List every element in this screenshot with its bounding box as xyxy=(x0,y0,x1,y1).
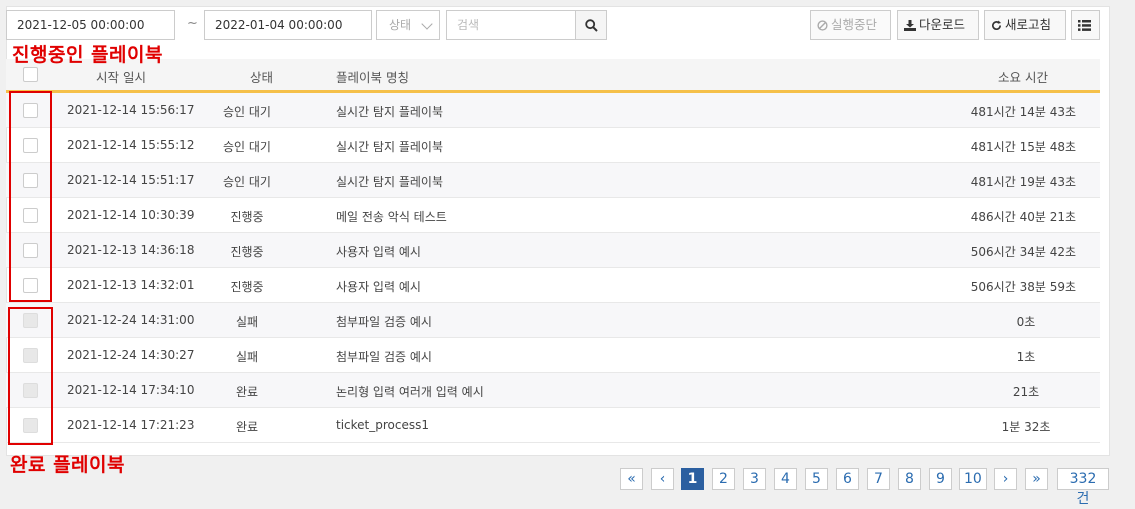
ban-icon xyxy=(817,20,828,31)
table-row[interactable]: 2021-12-24 14:30:27 실패 첨부파일 검증 예시 1초 xyxy=(6,338,1100,373)
table-row[interactable]: 2021-12-13 14:32:01 진행중 사용자 입력 예시 506시간 38분… xyxy=(6,268,1100,303)
row-duration: 1초 xyxy=(1016,350,1036,364)
table-row[interactable]: 2021-12-14 17:34:10 완료 논리형 입력 여러개 입력 예시 21초 xyxy=(6,373,1100,408)
page-6-button[interactable]: 6 xyxy=(836,468,859,490)
end-date-input[interactable]: 2022-01-04 00:00:00 xyxy=(204,10,372,40)
row-start-time: 2021-12-24 14:31:00 xyxy=(67,313,195,327)
table-body: 2021-12-14 15:56:17 승인 대기 실시간 탐지 플레이북 481시간… xyxy=(6,93,1100,443)
row-playbook-name[interactable]: 사용자 입력 예시 xyxy=(336,243,421,260)
refresh-label: 새로고침 xyxy=(1005,17,1052,32)
select-all-checkbox[interactable] xyxy=(23,67,38,82)
column-header-duration[interactable]: 소요 시간 xyxy=(998,67,1048,86)
row-duration: 481시간 14분 43초 xyxy=(970,105,1076,119)
refresh-button[interactable]: 새로고침 xyxy=(984,10,1066,40)
search-button[interactable] xyxy=(575,10,607,40)
row-playbook-name[interactable]: 첨부파일 검증 예시 xyxy=(336,313,432,330)
page-5-button[interactable]: 5 xyxy=(805,468,828,490)
page-8-button[interactable]: 8 xyxy=(898,468,921,490)
page-7-button[interactable]: 7 xyxy=(867,468,890,490)
last-page-button[interactable]: » xyxy=(1025,468,1048,490)
page-10-button[interactable]: 10 xyxy=(959,468,987,490)
row-start-time: 2021-12-14 15:55:12 xyxy=(67,138,195,152)
page-2-button[interactable]: 2 xyxy=(712,468,735,490)
row-playbook-name[interactable]: 실시간 탐지 플레이북 xyxy=(336,103,443,120)
status-select[interactable]: 상태 xyxy=(376,10,440,40)
row-status: 승인 대기 xyxy=(223,105,271,119)
table-row[interactable]: 2021-12-14 15:55:12 승인 대기 실시간 탐지 플레이북 481시간… xyxy=(6,128,1100,163)
row-status: 진행중 xyxy=(230,210,264,224)
table-header: 시작 일시 상태 플레이북 명칭 소요 시간 xyxy=(6,59,1100,93)
start-date-input[interactable]: 2021-12-05 00:00:00 xyxy=(6,10,175,40)
row-playbook-name[interactable]: 논리형 입력 여러개 입력 예시 xyxy=(336,383,484,400)
row-start-time: 2021-12-13 14:32:01 xyxy=(67,278,195,292)
date-range-separator: ~ xyxy=(187,16,198,31)
page-9-button[interactable]: 9 xyxy=(929,468,952,490)
list-icon xyxy=(1078,20,1091,31)
row-duration: 506시간 38분 59초 xyxy=(970,280,1076,294)
filter-toolbar: 2021-12-05 00:00:00 ~ 2022-01-04 00:00:0… xyxy=(6,10,1100,40)
pagination: « ‹ 1 2 3 4 5 6 7 8 9 10 › » 332 건 xyxy=(0,468,1135,507)
download-icon xyxy=(904,20,916,31)
stop-execution-label: 실행중단 xyxy=(831,17,878,32)
row-start-time: 2021-12-14 17:34:10 xyxy=(67,383,195,397)
table-row[interactable]: 2021-12-24 14:31:00 실패 첨부파일 검증 예시 0초 xyxy=(6,303,1100,338)
row-duration: 486시간 40분 21초 xyxy=(970,210,1076,224)
row-start-time: 2021-12-24 14:30:27 xyxy=(67,348,195,362)
row-status: 승인 대기 xyxy=(223,175,271,189)
row-duration: 21초 xyxy=(1012,385,1040,399)
row-playbook-name[interactable]: 메일 전송 악식 테스트 xyxy=(336,208,447,225)
row-start-time: 2021-12-14 10:30:39 xyxy=(67,208,195,222)
page-1-button[interactable]: 1 xyxy=(681,468,704,490)
column-header-status[interactable]: 상태 xyxy=(250,67,273,86)
row-start-time: 2021-12-14 15:56:17 xyxy=(67,103,195,117)
status-select-label: 상태 xyxy=(389,18,412,32)
row-playbook-name[interactable]: 첨부파일 검증 예시 xyxy=(336,348,432,365)
refresh-icon xyxy=(992,20,1002,31)
row-duration: 1분 32초 xyxy=(1001,420,1051,434)
table-row[interactable]: 2021-12-13 14:36:18 진행중 사용자 입력 예시 506시간 34분… xyxy=(6,233,1100,268)
download-button[interactable]: 다운로드 xyxy=(897,10,979,40)
row-status: 승인 대기 xyxy=(223,140,271,154)
running-highlight-box xyxy=(9,91,52,302)
search-icon xyxy=(585,19,598,32)
row-start-time: 2021-12-14 15:51:17 xyxy=(67,173,195,187)
row-duration: 481시간 19분 43초 xyxy=(970,175,1076,189)
download-label: 다운로드 xyxy=(919,17,966,32)
table-row[interactable]: 2021-12-14 17:21:23 완료 ticket_process1 1분 3… xyxy=(6,408,1100,443)
row-status: 실패 xyxy=(235,350,259,364)
row-playbook-name[interactable]: ticket_process1 xyxy=(336,418,429,432)
completed-highlight-box xyxy=(8,307,53,445)
stop-execution-button[interactable]: 실행중단 xyxy=(810,10,891,40)
row-start-time: 2021-12-14 17:21:23 xyxy=(67,418,195,432)
row-status: 진행중 xyxy=(230,280,264,294)
running-playbook-annotation: 진행중인 플레이북 xyxy=(12,44,163,66)
row-duration: 481시간 15분 48초 xyxy=(970,140,1076,154)
column-header-start-time[interactable]: 시작 일시 xyxy=(96,67,146,86)
table-row[interactable]: 2021-12-14 15:56:17 승인 대기 실시간 탐지 플레이북 481시간… xyxy=(6,93,1100,128)
next-page-button[interactable]: › xyxy=(994,468,1017,490)
table-row[interactable]: 2021-12-14 10:30:39 진행중 메일 전송 악식 테스트 486시간 … xyxy=(6,198,1100,233)
row-status: 완료 xyxy=(235,420,259,434)
total-count: 332 건 xyxy=(1057,468,1109,507)
row-duration: 506시간 34분 42초 xyxy=(970,245,1076,259)
row-status: 실패 xyxy=(235,315,259,329)
chevron-down-icon xyxy=(421,18,433,30)
row-playbook-name[interactable]: 실시간 탐지 플레이북 xyxy=(336,138,443,155)
row-status: 진행중 xyxy=(230,245,264,259)
row-start-time: 2021-12-13 14:36:18 xyxy=(67,243,195,257)
column-header-playbook-name[interactable]: 플레이북 명칭 xyxy=(336,67,409,86)
row-status: 완료 xyxy=(235,385,259,399)
page-3-button[interactable]: 3 xyxy=(743,468,766,490)
row-playbook-name[interactable]: 사용자 입력 예시 xyxy=(336,278,421,295)
row-duration: 0초 xyxy=(1016,315,1036,329)
page-4-button[interactable]: 4 xyxy=(774,468,797,490)
table-row[interactable]: 2021-12-14 15:51:17 승인 대기 실시간 탐지 플레이북 481시간… xyxy=(6,163,1100,198)
search-input[interactable]: 검색 xyxy=(446,10,576,40)
previous-page-button[interactable]: ‹ xyxy=(651,468,674,490)
row-playbook-name[interactable]: 실시간 탐지 플레이북 xyxy=(336,173,443,190)
first-page-button[interactable]: « xyxy=(620,468,643,490)
column-menu-button[interactable] xyxy=(1071,10,1100,40)
